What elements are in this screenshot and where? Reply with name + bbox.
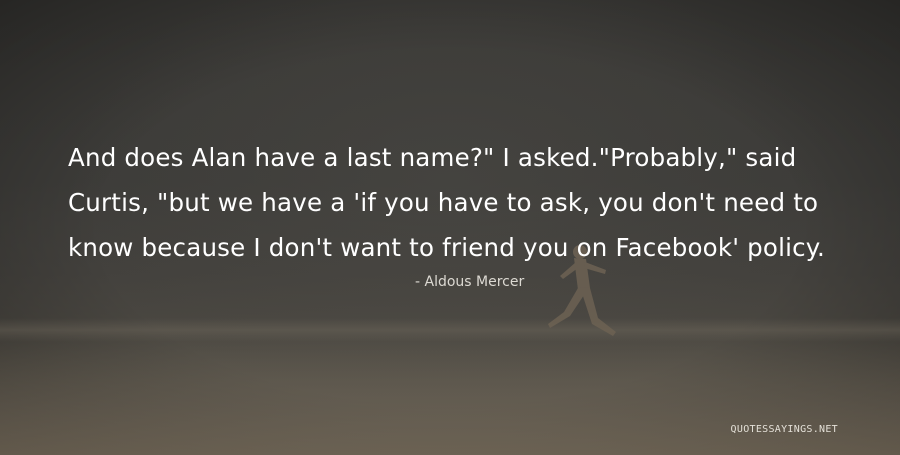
quote-image: And does Alan have a last name?" I asked… bbox=[0, 0, 900, 455]
quote-author: - Aldous Mercer bbox=[415, 274, 525, 290]
site-watermark: QUOTESSAYINGS.NET bbox=[730, 424, 838, 435]
quote-text: And does Alan have a last name?" I asked… bbox=[68, 143, 825, 262]
beach-sand bbox=[0, 335, 900, 455]
